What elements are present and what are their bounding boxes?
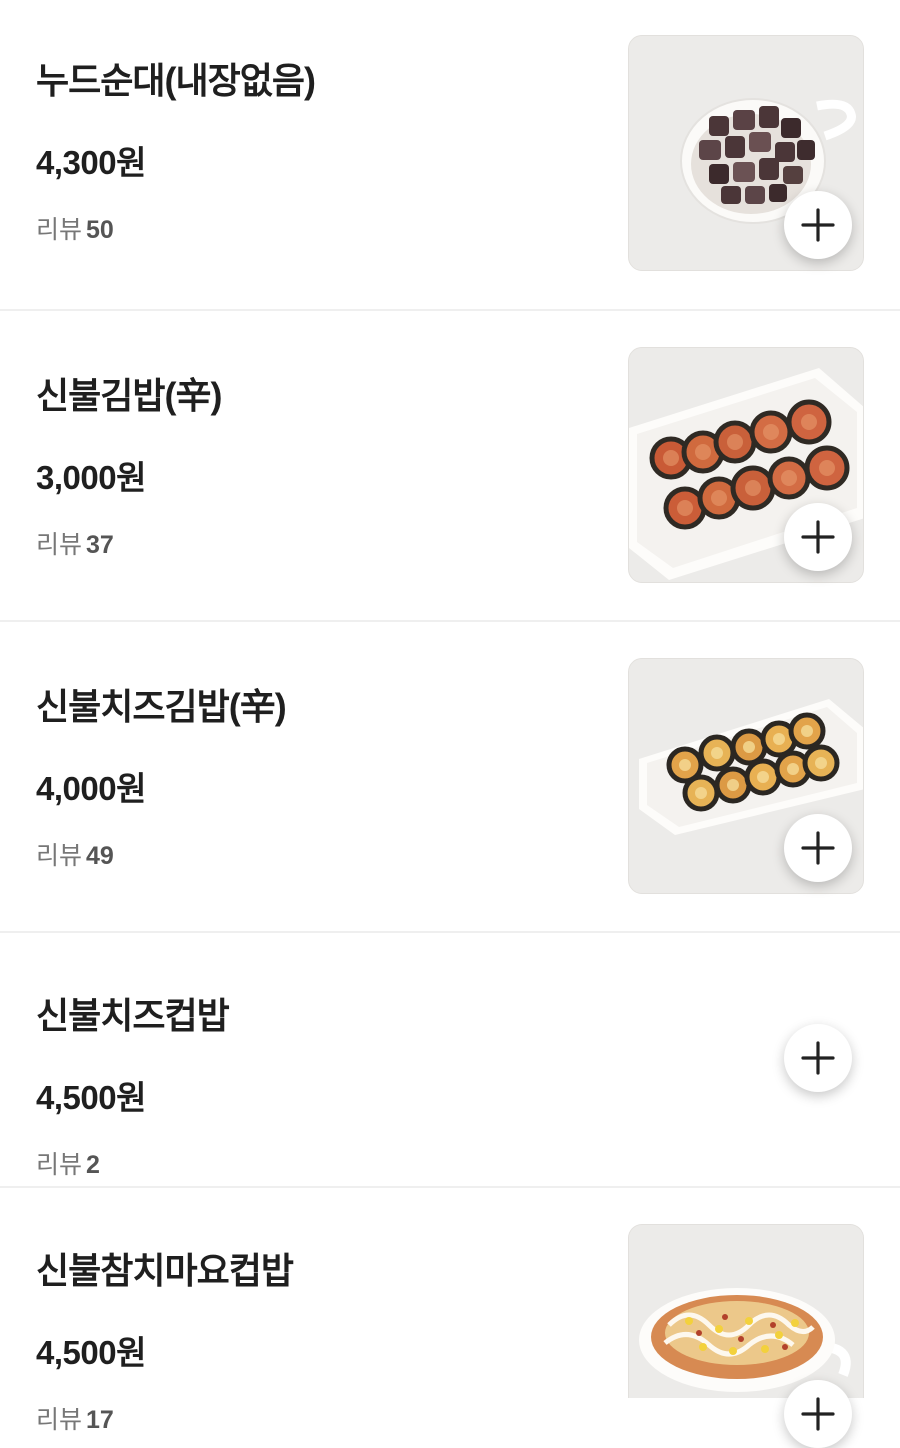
item-name: 누드순대(내장없음) — [36, 60, 316, 101]
item-name: 신불참치마요컵밥 — [36, 1250, 294, 1291]
item-name: 신불치즈김밥(辛) — [36, 686, 287, 727]
review-count: 17 — [86, 1406, 114, 1434]
add-button[interactable] — [784, 1380, 852, 1448]
item-review: 리뷰 50 — [36, 210, 315, 246]
item-info: 누드순대(내장없음) 4,300원 리뷰 50 — [36, 52, 316, 246]
add-button[interactable] — [784, 814, 852, 882]
item-info: 신불김밥(辛) 3,000원 리뷰 37 — [36, 367, 222, 561]
plus-icon — [801, 520, 835, 554]
item-price: 4,500원 — [36, 1079, 146, 1116]
menu-item[interactable]: 신불치즈컵밥 4,500원 리뷰 2 — [0, 933, 900, 1188]
tuna-mayo-cupbap-photo[interactable] — [628, 1224, 864, 1398]
plus-icon — [801, 1397, 835, 1431]
item-review: 리뷰 37 — [36, 525, 221, 561]
item-review: 리뷰 17 — [36, 1400, 293, 1436]
review-label: 리뷰 — [36, 531, 83, 559]
item-name: 신불치즈컵밥 — [36, 995, 230, 1036]
review-count: 37 — [86, 531, 114, 559]
review-label: 리뷰 — [36, 1151, 83, 1179]
item-review: 리뷰 2 — [36, 1145, 229, 1181]
item-info: 신불치즈컵밥 4,500원 리뷰 2 — [36, 987, 230, 1181]
menu-item[interactable]: 신불치즈김밥(辛) 4,000원 리뷰 49 — [0, 622, 900, 933]
menu-item[interactable]: 누드순대(내장없음) 4,300원 리뷰 50 — [0, 0, 900, 311]
review-count: 2 — [86, 1151, 100, 1179]
review-label: 리뷰 — [36, 216, 83, 244]
add-button[interactable] — [784, 1024, 852, 1092]
add-button[interactable] — [784, 191, 852, 259]
item-name: 신불김밥(辛) — [36, 375, 222, 416]
review-label: 리뷰 — [36, 1406, 83, 1434]
item-price: 4,000원 — [36, 770, 146, 807]
add-button[interactable] — [784, 503, 852, 571]
menu-item[interactable]: 신불김밥(辛) 3,000원 리뷰 37 — [0, 311, 900, 622]
item-review: 리뷰 49 — [36, 836, 286, 872]
plus-icon — [801, 831, 835, 865]
menu-item[interactable]: 신불참치마요컵밥 4,500원 리뷰 17 — [0, 1188, 900, 1448]
item-info: 신불참치마요컵밥 4,500원 리뷰 17 — [36, 1242, 294, 1436]
review-count: 50 — [86, 216, 114, 244]
item-price: 4,300원 — [36, 144, 146, 181]
plus-icon — [801, 208, 835, 242]
review-count: 49 — [86, 842, 114, 870]
item-price: 4,500원 — [36, 1334, 146, 1371]
plus-icon — [801, 1041, 835, 1075]
menu-list: 누드순대(내장없음) 4,300원 리뷰 50 신불김밥(辛) 3,000원 리… — [0, 0, 900, 1448]
item-price: 3,000원 — [36, 459, 146, 496]
item-info: 신불치즈김밥(辛) 4,000원 리뷰 49 — [36, 678, 287, 872]
review-label: 리뷰 — [36, 842, 83, 870]
